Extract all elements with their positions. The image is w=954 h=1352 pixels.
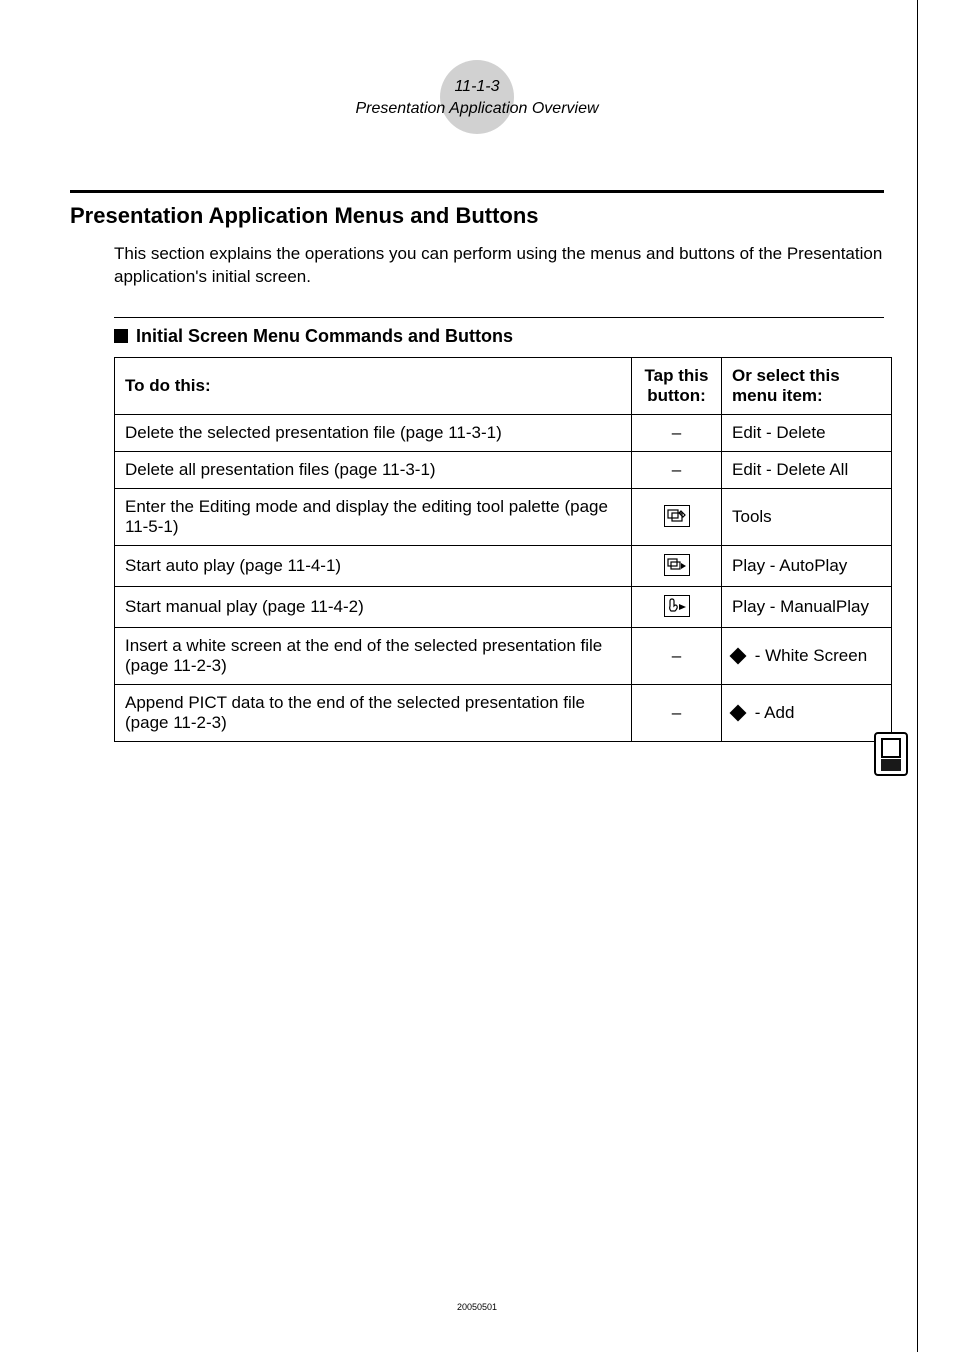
col-header-menu: Or select this menu item: bbox=[722, 357, 892, 414]
diamond-icon bbox=[730, 705, 747, 722]
menu-item-text: Edit - Delete All bbox=[732, 460, 848, 479]
cell-menu-item: Play - AutoPlay bbox=[722, 545, 892, 586]
rule-above-h2 bbox=[114, 317, 884, 318]
cell-tap-button: – bbox=[632, 684, 722, 741]
rule-above-h1 bbox=[70, 190, 884, 193]
header-page-number: 11-1-3 bbox=[355, 76, 598, 98]
calculator-device-icon bbox=[874, 732, 908, 776]
cell-tap-button bbox=[632, 545, 722, 586]
cell-menu-item: Play - ManualPlay bbox=[722, 586, 892, 627]
commands-table: To do this: Tap this button: Or select t… bbox=[114, 357, 892, 742]
cell-tap-button: – bbox=[632, 627, 722, 684]
menu-item-text: Tools bbox=[732, 507, 772, 526]
intro-paragraph: This section explains the operations you… bbox=[114, 243, 884, 289]
table-row: Start manual play (page 11-4-2) Play - Ma… bbox=[115, 586, 892, 627]
table-row: Delete the selected presentation file (p… bbox=[115, 414, 892, 451]
cell-tap-button: – bbox=[632, 414, 722, 451]
cell-todo: Delete the selected presentation file (p… bbox=[115, 414, 632, 451]
cell-menu-item: - Add bbox=[722, 684, 892, 741]
table-row: Insert a white screen at the end of the … bbox=[115, 627, 892, 684]
menu-item-text: Play - AutoPlay bbox=[732, 556, 847, 575]
cell-todo: Start auto play (page 11-4-1) bbox=[115, 545, 632, 586]
cell-todo: Insert a white screen at the end of the … bbox=[115, 627, 632, 684]
menu-item-text: Play - ManualPlay bbox=[732, 597, 869, 616]
table-row: Start auto play (page 11-4-1) Play - Auto… bbox=[115, 545, 892, 586]
diamond-icon bbox=[730, 648, 747, 665]
cell-todo: Start manual play (page 11-4-2) bbox=[115, 586, 632, 627]
header-section-title: Presentation Application Overview bbox=[355, 100, 598, 117]
menu-item-text: Edit - Delete bbox=[732, 423, 826, 442]
col-header-todo: To do this: bbox=[115, 357, 632, 414]
page-header: 11-1-3 Presentation Application Overview bbox=[70, 40, 884, 120]
col-header-tap: Tap this button: bbox=[632, 357, 722, 414]
cell-tap-button bbox=[632, 488, 722, 545]
cell-menu-item: Edit - Delete bbox=[722, 414, 892, 451]
cell-todo: Append PICT data to the end of the selec… bbox=[115, 684, 632, 741]
cell-menu-item: - White Screen bbox=[722, 627, 892, 684]
menu-item-text: - Add bbox=[750, 703, 794, 722]
menu-item-text: - White Screen bbox=[750, 646, 867, 665]
autoplay-icon bbox=[664, 554, 690, 576]
cell-tap-button: – bbox=[632, 451, 722, 488]
footer-number: 20050501 bbox=[0, 1302, 954, 1312]
page-right-border bbox=[917, 0, 918, 1352]
tools-icon bbox=[664, 505, 690, 527]
cell-tap-button bbox=[632, 586, 722, 627]
table-header-row: To do this: Tap this button: Or select t… bbox=[115, 357, 892, 414]
cell-todo: Delete all presentation files (page 11-3… bbox=[115, 451, 632, 488]
heading-sub: Initial Screen Menu Commands and Buttons bbox=[136, 326, 513, 347]
table-row: Append PICT data to the end of the selec… bbox=[115, 684, 892, 741]
cell-menu-item: Tools bbox=[722, 488, 892, 545]
cell-todo: Enter the Editing mode and display the e… bbox=[115, 488, 632, 545]
square-bullet-icon bbox=[114, 329, 128, 343]
cell-menu-item: Edit - Delete All bbox=[722, 451, 892, 488]
table-row: Delete all presentation files (page 11-3… bbox=[115, 451, 892, 488]
heading-main: Presentation Application Menus and Butto… bbox=[70, 203, 884, 229]
manualplay-icon bbox=[664, 595, 690, 617]
table-row: Enter the Editing mode and display the e… bbox=[115, 488, 892, 545]
